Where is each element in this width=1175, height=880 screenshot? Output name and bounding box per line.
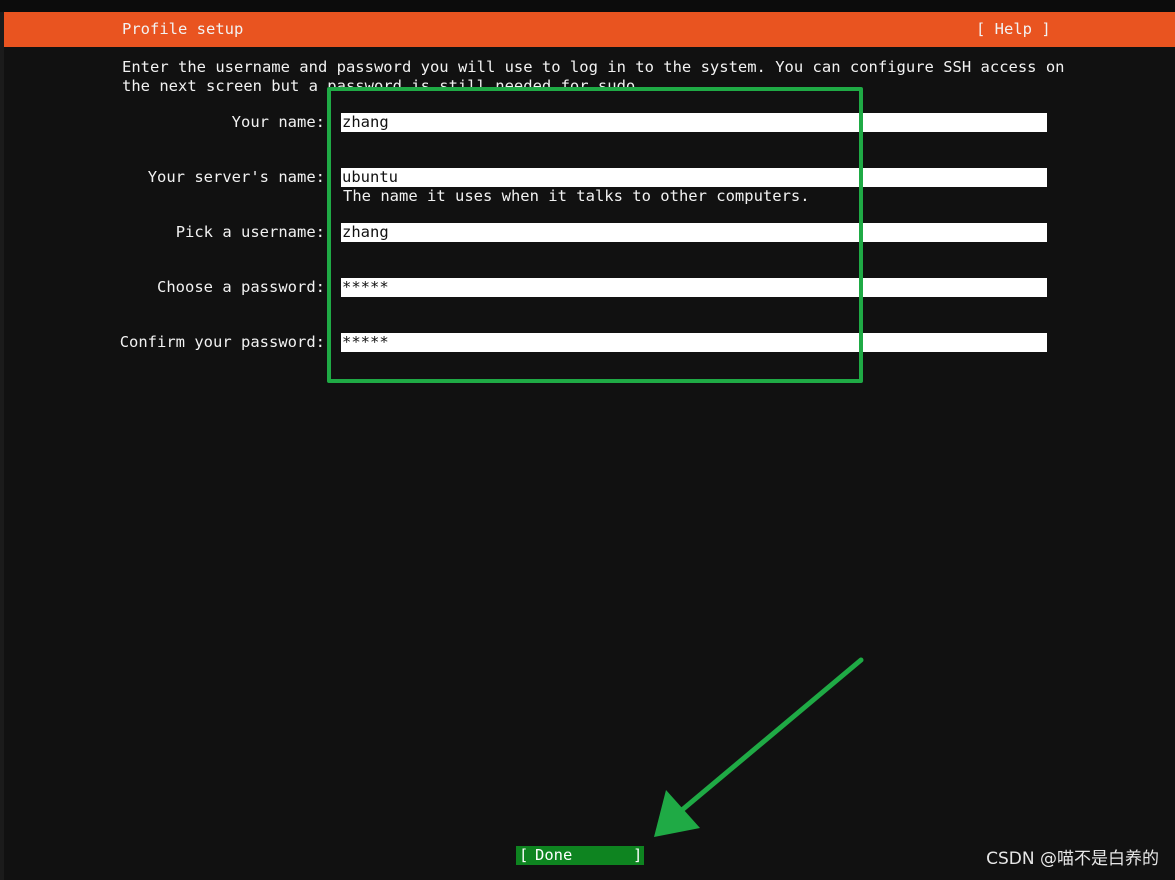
form-row-confirm-password: Confirm your password: — [0, 333, 1175, 352]
username-label: Pick a username: — [175, 223, 325, 241]
your-name-label: Your name: — [231, 113, 325, 131]
done-button-right-bracket: ] — [633, 846, 643, 864]
confirm-password-label: Confirm your password: — [119, 333, 325, 351]
confirm-password-input[interactable] — [341, 333, 1047, 352]
done-button-left-bracket: [ — [519, 846, 529, 864]
form-row-server-name: Your server's name: The name it uses whe… — [0, 168, 1175, 205]
server-name-hint: The name it uses when it talks to other … — [343, 187, 810, 205]
intro-text: Enter the username and password you will… — [122, 58, 1065, 95]
server-name-input[interactable] — [341, 168, 1047, 187]
form-row-your-name: Your name: — [0, 113, 1175, 132]
password-input[interactable] — [341, 278, 1047, 297]
server-name-label: Your server's name: — [147, 168, 325, 186]
help-button[interactable]: [ Help ] — [976, 12, 1051, 47]
your-name-input[interactable] — [341, 113, 1047, 132]
header-bar: Profile setup [ Help ] — [4, 12, 1175, 47]
form-row-password: Choose a password: — [0, 278, 1175, 297]
done-button[interactable]: [ Done ] — [516, 846, 644, 865]
password-label: Choose a password: — [157, 278, 325, 296]
window-top-strip — [0, 0, 1175, 12]
arrow-annotation-icon — [654, 657, 864, 837]
form-row-username: Pick a username: — [0, 223, 1175, 242]
done-button-label: Done — [535, 846, 573, 864]
window-left-edge — [0, 12, 4, 880]
watermark: CSDN @喵不是白养的 — [986, 849, 1159, 869]
page-title: Profile setup — [122, 20, 244, 38]
username-input[interactable] — [341, 223, 1047, 242]
